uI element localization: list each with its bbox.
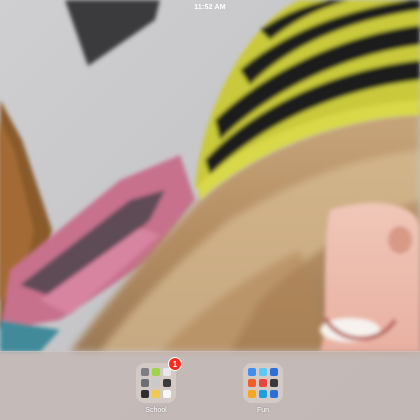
app-mini-icon [152,390,160,398]
status-time: 11:52 AM [194,3,226,11]
folder-icon[interactable]: 1 [136,357,182,403]
status-bar: 11:52 AM [0,0,420,14]
notification-badge: 1 [168,357,182,371]
folder-label: Fun [256,407,270,414]
folder-icon[interactable] [243,363,283,403]
app-mini-icon [248,368,256,376]
app-mini-icon [141,390,149,398]
app-mini-icon [248,390,256,398]
app-mini-icon [270,390,278,398]
app-mini-icon [141,379,149,387]
app-mini-icon [259,379,267,387]
app-mini-icon [270,379,278,387]
app-mini-icon [259,368,267,376]
dock [0,351,420,420]
app-mini-icon [152,379,160,387]
app-mini-icon [259,390,267,398]
app-mini-icon [163,379,171,387]
folder-school[interactable]: 1 School [136,357,182,414]
app-mini-icon [248,379,256,387]
app-mini-icon [141,368,149,376]
app-mini-icon [270,368,278,376]
app-mini-icon [163,390,171,398]
app-mini-icon [152,368,160,376]
folder-fun[interactable]: Fun [243,363,283,414]
folder-label: School [145,407,167,414]
